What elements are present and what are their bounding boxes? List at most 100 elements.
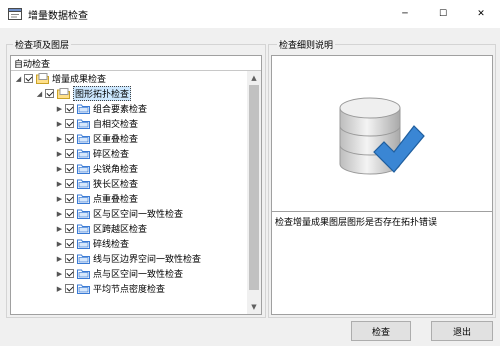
tree-checkbox[interactable] bbox=[65, 164, 74, 173]
tree-node-label: 区重叠检查 bbox=[93, 135, 139, 145]
tree-node-item[interactable]: ▶ 区跨越区检查 bbox=[55, 221, 147, 236]
expand-icon[interactable]: ▶ bbox=[55, 191, 64, 206]
tree-node-label: 碎区检查 bbox=[93, 150, 130, 160]
expand-icon[interactable]: ▶ bbox=[55, 251, 64, 266]
tree-node-item[interactable]: ▶ 碎区检查 bbox=[55, 146, 129, 161]
tree-node-label: 组合要素检查 bbox=[93, 105, 148, 115]
tree-node-item[interactable]: ▶ 平均节点密度检查 bbox=[55, 281, 165, 296]
tree-checkbox[interactable] bbox=[65, 194, 74, 203]
tree-node-label: 平均节点密度检查 bbox=[93, 285, 166, 295]
check-item-icon bbox=[77, 239, 90, 249]
rule-details-group-title: 检查细则说明 bbox=[277, 38, 336, 51]
collapse-icon[interactable]: ◢ bbox=[14, 71, 23, 86]
tree-node-label: 尖锐角检查 bbox=[93, 165, 139, 175]
tree-checkbox[interactable] bbox=[24, 74, 33, 83]
close-icon: ✕ bbox=[477, 9, 485, 19]
expand-icon[interactable]: ▶ bbox=[55, 101, 64, 116]
tree-node-label: 增量成果检查 bbox=[52, 75, 107, 85]
tree-node-item[interactable]: ▶ 碎线检查 bbox=[55, 236, 129, 251]
tree-checkbox[interactable] bbox=[65, 209, 74, 218]
window-title: 增量数据检查 bbox=[28, 11, 88, 22]
tree-checkbox[interactable] bbox=[65, 119, 74, 128]
check-button[interactable]: 检查 bbox=[351, 321, 411, 341]
maximize-button[interactable]: ☐ bbox=[424, 0, 462, 28]
minimize-icon: ─ bbox=[402, 9, 408, 19]
tree-checkbox[interactable] bbox=[45, 89, 54, 98]
tree-node-item[interactable]: ▶ 狭长区检查 bbox=[55, 176, 138, 191]
tree-node-label: 狭长区检查 bbox=[93, 180, 139, 190]
tree-node-root[interactable]: ◢ 增量成果检查 bbox=[14, 71, 106, 86]
expand-icon[interactable]: ▶ bbox=[55, 176, 64, 191]
expand-icon[interactable]: ▶ bbox=[55, 161, 64, 176]
check-item-icon bbox=[77, 134, 90, 144]
check-item-icon bbox=[77, 284, 90, 294]
tree-checkbox[interactable] bbox=[65, 134, 74, 143]
exit-button[interactable]: 退出 bbox=[431, 321, 493, 341]
tree-vertical-scrollbar[interactable]: ▲ ▼ bbox=[247, 71, 261, 314]
tree-checkbox[interactable] bbox=[65, 104, 74, 113]
tree-node-label: 区与区空间一致性检查 bbox=[93, 210, 184, 220]
tree-header: 自动检查 bbox=[11, 56, 261, 71]
check-item-icon bbox=[77, 179, 90, 189]
check-item-icon bbox=[77, 269, 90, 279]
tree-node-item[interactable]: ▶ 区重叠检查 bbox=[55, 131, 138, 146]
folder-icon bbox=[57, 88, 70, 99]
maximize-icon: ☐ bbox=[438, 9, 448, 19]
scroll-down-icon[interactable]: ▼ bbox=[247, 300, 261, 314]
tree-rows: ◢ 增量成果检查 ◢ 图形拓扑检查 ▶ 组合要素检查 ▶ 自相交检查 ▶ 区重叠检查 ▶ 碎区… bbox=[11, 71, 247, 314]
check-items-group: 检查项及图层 自动检查 ◢ 增量成果检查 ◢ 图形拓扑检查 ▶ 组合要素检查 ▶ 自相… bbox=[6, 38, 266, 318]
expand-icon[interactable]: ▶ bbox=[55, 131, 64, 146]
tree-node-label: 碎线检查 bbox=[93, 240, 130, 250]
check-items-tree: 自动检查 ◢ 增量成果检查 ◢ 图形拓扑检查 ▶ 组合要素检查 ▶ 自相交检查 ▶ 区重叠… bbox=[10, 55, 262, 315]
tree-node-item[interactable]: ▶ 点重叠检查 bbox=[55, 191, 138, 206]
minimize-button[interactable]: ─ bbox=[386, 0, 424, 28]
expand-icon[interactable]: ▶ bbox=[55, 236, 64, 251]
tree-node-item[interactable]: ▶ 点与区空间一致性检查 bbox=[55, 266, 183, 281]
check-item-icon bbox=[77, 149, 90, 159]
tree-node-label: 自相交检查 bbox=[93, 120, 139, 130]
rule-details-group: 检查细则说明 检查增量成果图层图形是否存在拓扑错误 bbox=[268, 38, 496, 318]
expand-icon[interactable]: ▶ bbox=[55, 266, 64, 281]
scroll-up-icon[interactable]: ▲ bbox=[247, 71, 261, 85]
tree-node-item[interactable]: ▶ 组合要素检查 bbox=[55, 101, 147, 116]
rule-description: 检查增量成果图层图形是否存在拓扑错误 bbox=[275, 218, 438, 228]
tree-checkbox[interactable] bbox=[65, 239, 74, 248]
rule-illustration-panel bbox=[271, 55, 493, 212]
check-item-icon bbox=[77, 224, 90, 234]
tree-node-item[interactable]: ▶ 尖锐角检查 bbox=[55, 161, 138, 176]
check-item-icon bbox=[77, 164, 90, 174]
tree-checkbox[interactable] bbox=[65, 179, 74, 188]
expand-icon[interactable]: ▶ bbox=[55, 221, 64, 236]
tree-node-label: 区跨越区检查 bbox=[93, 225, 148, 235]
database-check-icon bbox=[339, 97, 425, 175]
rule-description-box: 检查增量成果图层图形是否存在拓扑错误 bbox=[271, 211, 493, 315]
tree-checkbox[interactable] bbox=[65, 149, 74, 158]
tree-node-group[interactable]: ◢ 图形拓扑检查 bbox=[35, 86, 132, 101]
expand-icon[interactable]: ▶ bbox=[55, 206, 64, 221]
folder-icon bbox=[36, 73, 49, 84]
scroll-thumb[interactable] bbox=[249, 85, 259, 290]
expand-icon[interactable]: ▶ bbox=[55, 146, 64, 161]
expand-icon[interactable]: ▶ bbox=[55, 116, 64, 131]
tree-node-item[interactable]: ▶ 区与区空间一致性检查 bbox=[55, 206, 183, 221]
tree-checkbox[interactable] bbox=[65, 224, 74, 233]
tree-node-label: 点重叠检查 bbox=[93, 195, 139, 205]
tree-checkbox[interactable] bbox=[65, 269, 74, 278]
tree-checkbox[interactable] bbox=[65, 284, 74, 293]
expand-icon[interactable]: ▶ bbox=[55, 281, 64, 296]
check-item-icon bbox=[77, 119, 90, 129]
app-icon bbox=[8, 8, 22, 20]
check-item-icon bbox=[77, 209, 90, 219]
tree-node-label: 线与区边界空间一致性检查 bbox=[93, 255, 202, 265]
tree-node-item[interactable]: ▶ 线与区边界空间一致性检查 bbox=[55, 251, 201, 266]
check-item-icon bbox=[77, 254, 90, 264]
tree-header-label: 自动检查 bbox=[14, 60, 51, 70]
tree-checkbox[interactable] bbox=[65, 254, 74, 263]
check-item-icon bbox=[77, 104, 90, 114]
tree-node-item[interactable]: ▶ 自相交检查 bbox=[55, 116, 138, 131]
check-items-group-title: 检查项及图层 bbox=[13, 38, 72, 51]
close-button[interactable]: ✕ bbox=[462, 0, 500, 28]
tree-node-label: 图形拓扑检查 bbox=[73, 86, 132, 101]
title-bar: 增量数据检查 ─ ☐ ✕ bbox=[0, 0, 500, 28]
collapse-icon[interactable]: ◢ bbox=[35, 86, 44, 101]
